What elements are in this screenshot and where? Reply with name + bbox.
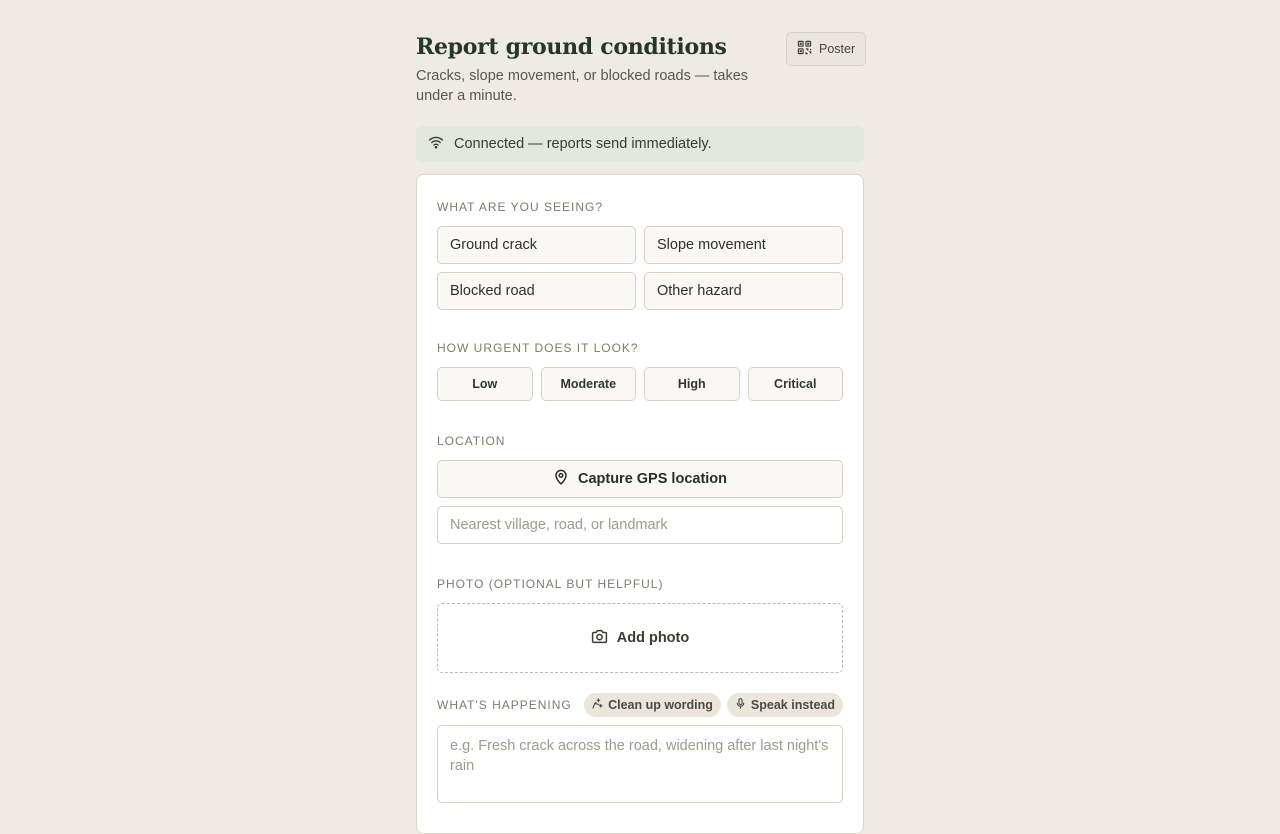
urgency-option-moderate[interactable]: Moderate <box>540 367 636 401</box>
microphone-icon <box>735 698 746 712</box>
hazard-option-blocked-road[interactable]: Blocked road <box>437 272 636 310</box>
speak-instead-label: Speak instead <box>750 698 835 712</box>
hazard-option-ground-crack[interactable]: Ground crack <box>437 226 636 264</box>
capture-gps-label: Capture GPS location <box>577 471 728 487</box>
page-header: Report ground conditions Cracks, slope m… <box>416 32 867 106</box>
location-section-label: Location <box>437 434 506 448</box>
happening-header: What's happening Clean up wording <box>437 693 843 717</box>
capture-gps-button[interactable]: Capture GPS location <box>437 460 843 498</box>
camera-icon <box>591 628 608 649</box>
qr-code-icon <box>797 40 812 58</box>
add-photo-dropzone[interactable]: Add photo <box>437 603 843 673</box>
urgency-options: Low Moderate High Critical <box>437 367 843 401</box>
speak-instead-button[interactable]: Speak instead <box>726 693 843 717</box>
page-subtitle: Cracks, slope movement, or blocked roads… <box>416 68 749 104</box>
poster-button-label: Poster <box>819 42 856 56</box>
clean-up-wording-button[interactable]: Clean up wording <box>584 693 721 717</box>
happening-tools: Clean up wording Speak instead <box>584 693 843 717</box>
report-form-page: Report ground conditions Cracks, slope m… <box>416 32 867 834</box>
clean-up-wording-label: Clean up wording <box>608 698 713 712</box>
wifi-icon <box>428 134 444 154</box>
connection-status-banner: Connected — reports send immediately. <box>416 126 864 162</box>
page-title: Report ground conditions <box>416 34 727 60</box>
report-form-card: What are you seeing? Ground crack Slope … <box>416 174 864 834</box>
header-text: Report ground conditions Cracks, slope m… <box>416 32 786 106</box>
photo-section-label: Photo (optional but helpful) <box>437 577 664 591</box>
happening-section-label: What's happening <box>437 698 572 712</box>
add-photo-label: Add photo <box>616 630 690 646</box>
urgency-section-label: How urgent does it look? <box>437 341 639 355</box>
map-pin-icon <box>553 469 569 489</box>
hazard-option-slope-movement[interactable]: Slope movement <box>644 226 843 264</box>
description-textarea[interactable] <box>437 725 843 803</box>
sparkle-icon <box>592 698 603 712</box>
urgency-option-low[interactable]: Low <box>437 367 533 401</box>
urgency-option-high[interactable]: High <box>644 367 740 401</box>
hazard-section-label: What are you seeing? <box>437 200 604 214</box>
poster-button[interactable]: Poster <box>786 32 867 66</box>
hazard-options: Ground crack Slope movement Blocked road… <box>437 226 843 310</box>
urgency-option-critical[interactable]: Critical <box>747 367 843 401</box>
hazard-option-other-hazard[interactable]: Other hazard <box>644 272 843 310</box>
landmark-input[interactable] <box>437 506 843 544</box>
connection-status-text: Connected — reports send immediately. <box>454 136 712 152</box>
